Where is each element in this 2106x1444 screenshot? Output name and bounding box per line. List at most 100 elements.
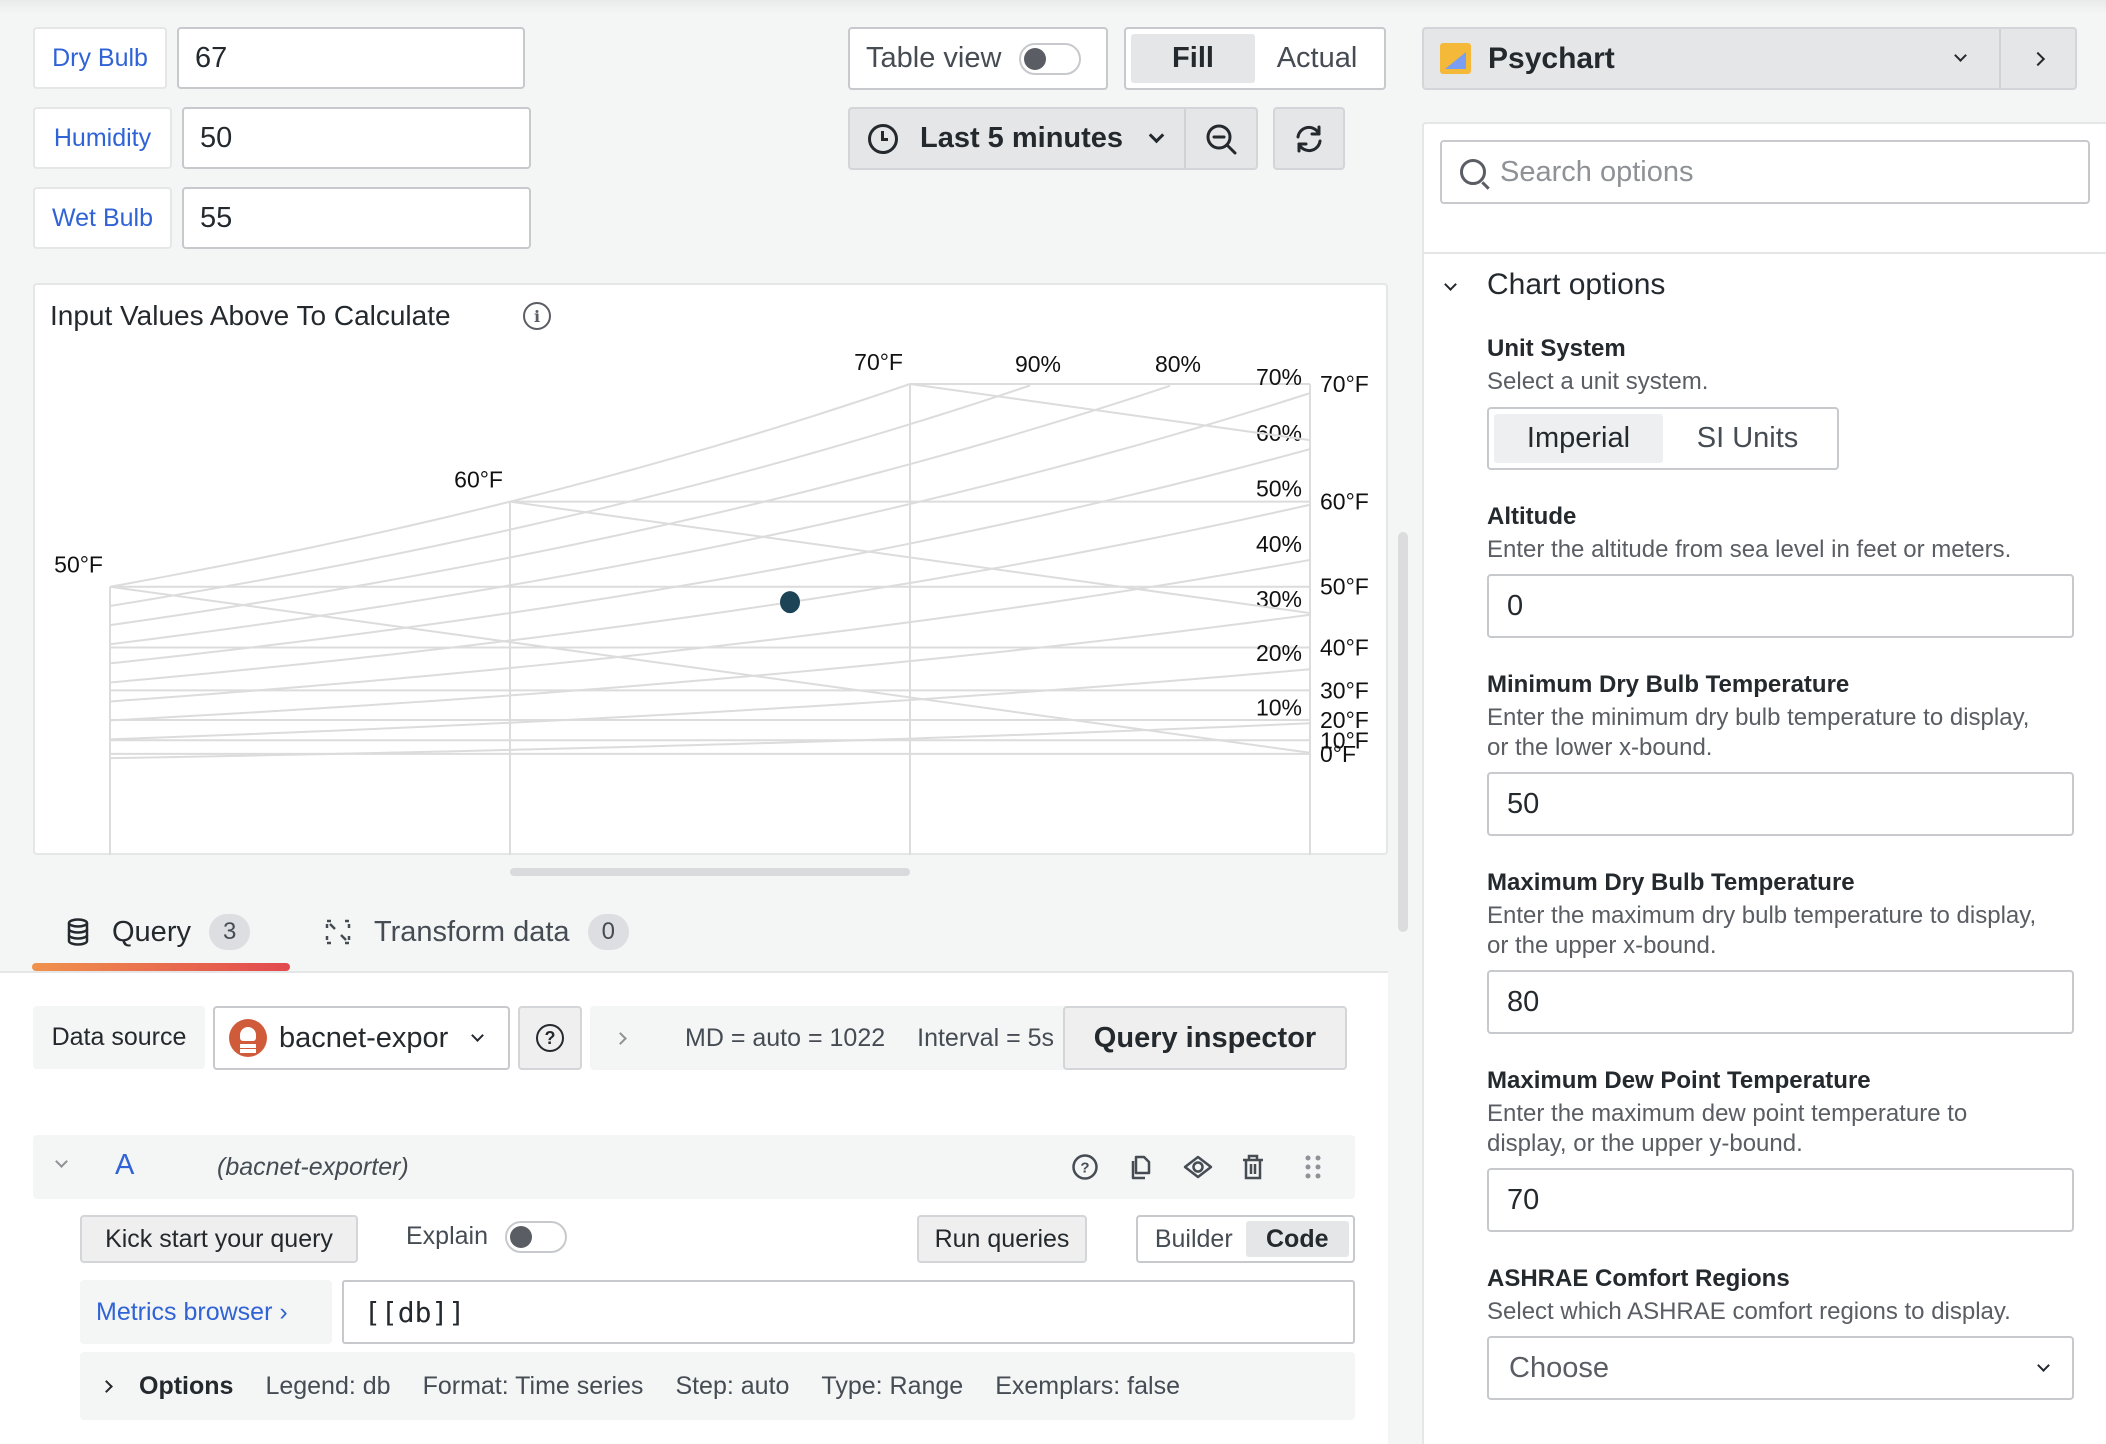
search-placeholder: Search options: [1500, 155, 1694, 188]
fill-option[interactable]: Fill: [1131, 34, 1255, 83]
collapse-options-button[interactable]: [1999, 29, 2075, 88]
option-type: Type: Range: [821, 1371, 964, 1400]
search-options-input[interactable]: Search options: [1440, 140, 2090, 204]
wet-bulb-label: 60°F: [454, 467, 503, 493]
tab-transform[interactable]: Transform data 0: [324, 914, 629, 950]
min-dry-bulb-input[interactable]: 50: [1487, 772, 2074, 836]
min-dry-bulb-desc: Enter the minimum dry bulb temperature t…: [1487, 704, 2030, 761]
clock-icon: [868, 123, 898, 154]
option-format: Format: Time series: [422, 1371, 644, 1400]
database-icon: [67, 918, 89, 946]
wet-bulb-input[interactable]: 55: [182, 187, 531, 249]
prometheus-icon: [229, 1019, 267, 1057]
visualization-picker[interactable]: Psychart: [1422, 27, 2077, 90]
trash-icon[interactable]: [1239, 1153, 1267, 1181]
max-dew-point-input[interactable]: 70: [1487, 1168, 2074, 1232]
datasource-select[interactable]: bacnet-expor: [213, 1006, 510, 1070]
wet-bulb-label: Wet Bulb: [33, 187, 172, 249]
query-options-row[interactable]: Options Legend: db Format: Time series S…: [80, 1352, 1355, 1420]
code-option[interactable]: Code: [1245, 1221, 1349, 1257]
psychrometric-chart: 0°F10°F20°F30°F40°F50°F60°F70°F10%20%30%…: [54, 349, 1369, 855]
info-icon[interactable]: i: [523, 302, 551, 330]
max-dry-bulb-desc: Enter the maximum dry bulb temperature t…: [1487, 902, 2037, 959]
help-icon[interactable]: ?: [1071, 1153, 1099, 1181]
tab-query[interactable]: Query 3: [66, 914, 251, 950]
rh-curve-30: [109, 613, 1311, 722]
chevron-down-icon: [1954, 49, 1967, 62]
rh-label: 10%: [1256, 694, 1302, 720]
kick-start-button[interactable]: Kick start your query: [80, 1215, 358, 1263]
rh-top-label: 90%: [1015, 351, 1061, 377]
unit-system-label: Unit System: [1487, 335, 1626, 362]
options-divider: [1424, 252, 2106, 254]
rh-label: 40%: [1256, 531, 1302, 557]
option-legend: Legend: db: [265, 1371, 391, 1400]
max-dew-point-desc: Enter the maximum dew point temperature …: [1487, 1100, 1968, 1157]
si-units-option[interactable]: SI Units: [1663, 414, 1832, 463]
imperial-option[interactable]: Imperial: [1494, 414, 1663, 463]
psychart-icon: [1440, 43, 1471, 74]
chart-options-section[interactable]: Chart options: [1487, 268, 1665, 302]
humidity-input[interactable]: 50: [182, 107, 531, 169]
time-range-label: Last 5 minutes: [920, 122, 1124, 154]
dew-point-tick-label: 30°F: [1320, 677, 1369, 703]
refresh-icon: [1296, 125, 1322, 152]
chevron-right-icon: [2030, 51, 2046, 66]
eye-icon[interactable]: [1183, 1153, 1213, 1181]
explain-toggle[interactable]: [505, 1221, 567, 1253]
visualization-name: Psychart: [1488, 41, 1615, 75]
table-view-toggle[interactable]: [1019, 42, 1082, 75]
rh-label: 50%: [1256, 476, 1302, 502]
query-options-summary[interactable]: MD = auto = 1022 Interval = 5s: [590, 1006, 1068, 1070]
zoom-out-button[interactable]: [1186, 122, 1256, 156]
query-expression-editor[interactable]: [[db]]: [342, 1280, 1355, 1344]
max-data-points: MD = auto = 1022: [685, 1023, 886, 1052]
query-datasource-name: (bacnet-exporter): [217, 1153, 409, 1181]
state-point[interactable]: [780, 591, 800, 614]
time-range-button[interactable]: Last 5 minutes: [850, 109, 1186, 168]
altitude-input[interactable]: 0: [1487, 574, 2074, 638]
builder-code-toggle: Builder Code: [1136, 1215, 1355, 1263]
drag-handle-icon[interactable]: [1303, 1153, 1323, 1181]
rh-top-label: 80%: [1155, 351, 1201, 377]
ashrae-select[interactable]: Choose: [1487, 1336, 2074, 1400]
transform-count-badge: 0: [587, 914, 629, 950]
interval: Interval = 5s: [917, 1023, 1055, 1052]
rh-curve-50: [109, 503, 1311, 684]
wet-bulb-label: 50°F: [54, 552, 103, 578]
toggle-knob: [510, 1226, 532, 1248]
refresh-button[interactable]: [1273, 107, 1345, 170]
duplicate-icon[interactable]: [1127, 1153, 1155, 1181]
active-tab-indicator: [32, 963, 290, 971]
toggle-knob: [1024, 47, 1047, 70]
metrics-browser-button[interactable]: Metrics browser ›: [80, 1280, 332, 1344]
collapse-chevron-icon[interactable]: [55, 1155, 68, 1168]
datasource-label: Data source: [33, 1006, 205, 1069]
min-dry-bulb-label: Minimum Dry Bulb Temperature: [1487, 671, 1850, 698]
query-row-header: A (bacnet-exporter) ?: [33, 1135, 1355, 1199]
max-dry-bulb-input[interactable]: 80: [1487, 970, 2074, 1034]
max-dry-bulb-label: Maximum Dry Bulb Temperature: [1487, 869, 1855, 896]
unit-system-toggle: Imperial SI Units: [1487, 407, 1839, 470]
builder-option[interactable]: Builder: [1142, 1221, 1246, 1257]
rh-curve-70: [109, 392, 1311, 646]
query-count-badge: 3: [208, 914, 251, 950]
query-ref-id[interactable]: A: [115, 1149, 134, 1182]
datasource-help-button[interactable]: ?: [518, 1006, 582, 1070]
run-queries-button[interactable]: Run queries: [917, 1215, 1087, 1263]
actual-option[interactable]: Actual: [1255, 34, 1379, 83]
dew-point-tick-label: 50°F: [1320, 574, 1369, 600]
rh-label: 70%: [1256, 364, 1302, 390]
options-label: Options: [139, 1371, 234, 1400]
option-step: Step: auto: [675, 1371, 790, 1400]
horizontal-scrollbar[interactable]: [510, 868, 910, 876]
dry-bulb-input[interactable]: 67: [177, 27, 525, 89]
zoom-out-icon: [1206, 124, 1237, 154]
dew-point-tick-label: 40°F: [1320, 634, 1369, 660]
chevron-right-icon: [100, 1379, 113, 1393]
chevron-down-icon: [471, 1028, 484, 1042]
query-inspector-button[interactable]: Query inspector: [1063, 1006, 1347, 1070]
ashrae-label: ASHRAE Comfort Regions: [1487, 1265, 1790, 1292]
vertical-scrollbar[interactable]: [1398, 532, 1408, 932]
altitude-label: Altitude: [1487, 503, 1577, 530]
